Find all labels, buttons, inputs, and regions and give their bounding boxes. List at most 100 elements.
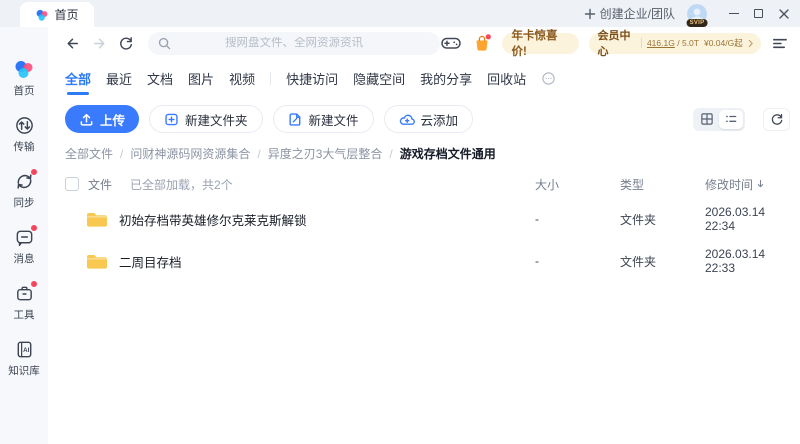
file-row[interactable]: 二周目存档 - 文件夹 2026.03.14 22:33 bbox=[48, 240, 800, 282]
column-type: 类型 bbox=[620, 177, 645, 192]
app-window: 首页 创建企业/团队 SVIP 首页 传输 同步 消息 工具 AI 知识库 搜网… bbox=[0, 0, 800, 444]
cloud-add-button[interactable]: 云添加 bbox=[383, 105, 474, 133]
tab-quick-access[interactable]: 快捷访问 bbox=[286, 69, 338, 88]
breadcrumb-separator: / bbox=[120, 146, 124, 161]
breadcrumb-item-current: 游戏存档文件通用 bbox=[399, 147, 496, 161]
home-window-tab[interactable]: 首页 bbox=[20, 2, 94, 27]
view-toggle bbox=[693, 107, 745, 131]
gift-bag-icon bbox=[476, 34, 492, 51]
maximize-button[interactable] bbox=[746, 0, 771, 27]
tab-documents[interactable]: 文档 bbox=[147, 69, 173, 88]
refresh-icon bbox=[771, 113, 782, 125]
file-name[interactable]: 二周目存档 bbox=[119, 252, 182, 271]
storage-separator: / bbox=[677, 38, 680, 48]
folder-icon bbox=[85, 251, 109, 271]
sidebar-label-knowledge: 知识库 bbox=[8, 365, 40, 377]
file-type: 文件夹 bbox=[620, 254, 657, 269]
toolbox-icon bbox=[13, 281, 37, 304]
column-modified-label: 修改时间 bbox=[705, 177, 754, 192]
close-button[interactable] bbox=[771, 0, 796, 27]
layout-settings-button[interactable] bbox=[771, 35, 788, 52]
forward-button[interactable] bbox=[91, 34, 109, 52]
file-row[interactable]: 初始存档带英雄修尔克莱克斯解锁 - 文件夹 2026.03.14 22:34 bbox=[48, 198, 800, 240]
activity-gift-button[interactable] bbox=[472, 33, 492, 53]
price-label: ¥0.04/G起 bbox=[703, 38, 743, 48]
tab-my-shares[interactable]: 我的分享 bbox=[420, 69, 472, 88]
sync-icon bbox=[13, 169, 37, 192]
tab-videos[interactable]: 视频 bbox=[229, 69, 255, 88]
tools-notification-dot bbox=[31, 281, 37, 287]
new-folder-button[interactable]: 新建文件夹 bbox=[149, 105, 263, 133]
minimize-button[interactable] bbox=[721, 0, 746, 27]
column-modified-sort[interactable]: 修改时间 bbox=[705, 176, 790, 193]
sidebar-item-messages[interactable]: 消息 bbox=[1, 225, 47, 266]
tab-recycle-bin[interactable]: 回收站 bbox=[487, 69, 526, 88]
main-area: 年卡惊喜价! 会员中心 416.1G / 5.0T ¥0.04/G起 bbox=[48, 27, 800, 444]
upload-button[interactable]: 上传 bbox=[65, 105, 140, 133]
folder-icon bbox=[85, 209, 109, 229]
maximize-icon bbox=[754, 9, 763, 18]
refresh-button[interactable] bbox=[117, 34, 135, 52]
load-status: 已全部加载，共2个 bbox=[130, 177, 233, 192]
tab-hidden-space[interactable]: 隐藏空间 bbox=[353, 69, 405, 88]
grid-view-button[interactable] bbox=[695, 110, 719, 129]
upload-label: 上传 bbox=[100, 113, 126, 128]
breadcrumb-separator: / bbox=[389, 146, 393, 161]
new-file-label: 新建文件 bbox=[308, 113, 359, 128]
sidebar-item-knowledge[interactable]: AI 知识库 bbox=[1, 338, 47, 378]
search-icon bbox=[158, 37, 170, 49]
messages-notification-dot bbox=[31, 225, 37, 231]
create-team-label: 创建企业/团队 bbox=[599, 7, 675, 21]
tab-images[interactable]: 图片 bbox=[188, 69, 214, 88]
actions-toolbar: 上传 新建文件夹 新建文件 云添加 bbox=[48, 95, 800, 139]
sidebar-item-sync[interactable]: 同步 bbox=[1, 169, 47, 210]
list-view-button[interactable] bbox=[719, 109, 743, 129]
tab-recent[interactable]: 最近 bbox=[106, 69, 132, 88]
close-icon bbox=[778, 8, 789, 19]
breadcrumb: 全部文件 / 问财神源码网资源集合 / 异度之刃3大气层整合 / 游戏存档文件通… bbox=[48, 139, 800, 168]
grid-view-icon bbox=[701, 113, 713, 125]
tab-all[interactable]: 全部 bbox=[65, 69, 91, 88]
file-list-header: 文件 已全部加载，共2个 大小 类型 修改时间 bbox=[48, 170, 800, 198]
storage-total: 5.0T bbox=[681, 38, 699, 48]
sidebar-label-tools: 工具 bbox=[13, 309, 35, 321]
file-modified: 2026.03.14 22:34 bbox=[705, 205, 766, 233]
list-refresh-button[interactable] bbox=[763, 107, 790, 131]
select-all-checkbox[interactable] bbox=[65, 177, 79, 191]
tab-customize-button[interactable] bbox=[541, 71, 556, 86]
toolbar: 年卡惊喜价! 会员中心 416.1G / 5.0T ¥0.04/G起 bbox=[48, 27, 800, 59]
cloud-add-label: 云添加 bbox=[420, 113, 459, 128]
cloud-add-icon bbox=[399, 114, 415, 125]
create-team-button[interactable]: 创建企业/团队 bbox=[584, 5, 675, 22]
user-avatar[interactable]: SVIP bbox=[686, 3, 708, 27]
column-size: 大小 bbox=[535, 177, 560, 192]
member-divider bbox=[641, 38, 642, 48]
sync-notification-dot bbox=[31, 169, 37, 175]
sidebar-item-transfer[interactable]: 传输 bbox=[1, 114, 47, 154]
new-file-icon bbox=[288, 112, 300, 126]
breadcrumb-item-2[interactable]: 异度之刃3大气层整合 bbox=[268, 145, 383, 162]
plus-icon bbox=[584, 8, 596, 20]
back-button[interactable] bbox=[64, 34, 82, 52]
list-view-icon bbox=[726, 115, 737, 123]
file-modified: 2026.03.14 22:33 bbox=[705, 247, 766, 275]
breadcrumb-item-root[interactable]: 全部文件 bbox=[65, 145, 113, 162]
promo-pill-button[interactable]: 年卡惊喜价! bbox=[502, 30, 580, 58]
member-center-button[interactable]: 会员中心 416.1G / 5.0T ¥0.04/G起 bbox=[589, 30, 761, 58]
tab-divider bbox=[270, 72, 272, 85]
new-file-button[interactable]: 新建文件 bbox=[272, 105, 374, 133]
sidebar-item-tools[interactable]: 工具 bbox=[1, 281, 47, 322]
file-column-label: 文件 bbox=[88, 177, 113, 192]
minimize-icon bbox=[728, 12, 739, 15]
sidebar-label-home: 首页 bbox=[13, 85, 35, 97]
game-controller-icon bbox=[441, 37, 462, 49]
search-bar bbox=[147, 31, 441, 55]
file-name[interactable]: 初始存档带英雄修尔克莱克斯解锁 bbox=[119, 210, 307, 229]
game-center-button[interactable] bbox=[440, 34, 462, 52]
sidebar-item-home[interactable]: 首页 bbox=[1, 58, 47, 98]
transfer-icon bbox=[13, 114, 35, 136]
search-input[interactable] bbox=[147, 37, 441, 49]
knowledge-ai-icon: AI bbox=[13, 338, 35, 360]
breadcrumb-item-1[interactable]: 问财神源码网资源集合 bbox=[130, 145, 250, 162]
breadcrumb-separator: / bbox=[257, 146, 261, 161]
